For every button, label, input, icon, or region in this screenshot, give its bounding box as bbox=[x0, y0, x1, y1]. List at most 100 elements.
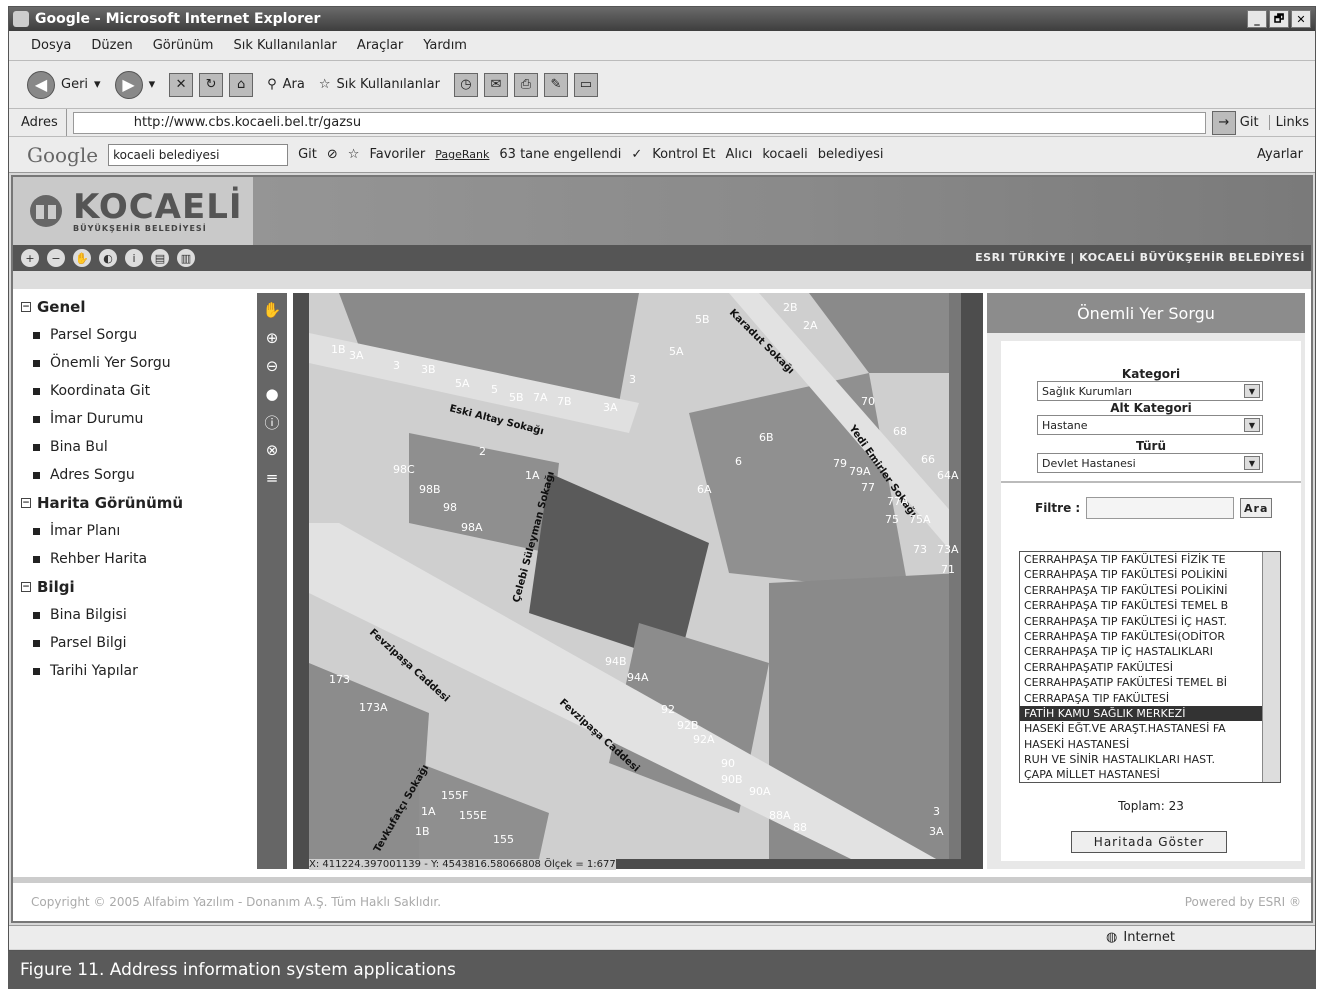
pagerank-menu[interactable]: PageRank bbox=[435, 148, 489, 161]
edit-icon[interactable]: ✎ bbox=[543, 72, 568, 97]
pan-hand-icon[interactable]: ✋ bbox=[262, 299, 282, 321]
google-search-input[interactable]: kocaeli belediyesi bbox=[108, 143, 289, 166]
turu-select[interactable]: Devlet Hastanesi ▼ bbox=[1037, 453, 1263, 473]
highlight-term-kocaeli[interactable]: kocaeli bbox=[762, 147, 807, 162]
maximize-button[interactable]: 🗗 bbox=[1269, 10, 1289, 28]
mail-icon[interactable]: ✉ bbox=[483, 72, 508, 97]
section-bilgi[interactable]: − Bilgi bbox=[17, 573, 257, 601]
home-icon[interactable]: ⌂ bbox=[229, 72, 254, 97]
result-item[interactable]: CERRAPAŞA TIP FAKÜLTESİ bbox=[1020, 691, 1280, 706]
search-button[interactable]: ⚲ Ara bbox=[267, 77, 305, 92]
result-item[interactable]: CERRAHPAŞA TIP FAKÜLTESİ TEMEL B bbox=[1020, 598, 1280, 613]
print-map-icon[interactable]: ▥ bbox=[177, 249, 195, 267]
parcel-number: 75 bbox=[885, 513, 899, 526]
result-item[interactable]: RUH VE SİNİR HASTALIKLARI HAST. bbox=[1020, 752, 1280, 767]
google-go-button[interactable]: Git bbox=[298, 147, 317, 162]
favoriler-menu[interactable]: Favoriler bbox=[369, 147, 425, 162]
layers-icon[interactable]: ≡ bbox=[262, 467, 282, 489]
favorites-button[interactable]: ☆ Sık Kullanılanlar bbox=[319, 77, 440, 92]
popup-blocked[interactable]: 63 tane engellendi bbox=[499, 147, 621, 162]
back-button[interactable]: ◀ Geri ▾ bbox=[27, 70, 101, 99]
result-item[interactable]: CERRAHPAŞA TIP İÇ HASTALIKLARI bbox=[1020, 644, 1280, 659]
ie-icon bbox=[13, 11, 29, 27]
result-item[interactable]: CERRAHPAŞA TIP FAKÜLTESİ İÇ HAST. bbox=[1020, 614, 1280, 629]
kategori-select[interactable]: Sağlık Kurumları ▼ bbox=[1037, 381, 1263, 401]
bullet-icon bbox=[33, 359, 40, 367]
zoom-in-icon[interactable]: ⊕ bbox=[262, 327, 282, 349]
nav-tarihi-yapilar[interactable]: Tarihi Yapılar bbox=[17, 657, 257, 685]
zoom-out-icon[interactable]: − bbox=[47, 249, 65, 267]
parcel-number: 73 bbox=[913, 543, 927, 556]
result-item[interactable]: CERRAHPAŞATIP FAKÜLTESİ bbox=[1020, 660, 1280, 675]
highlight-term-belediyesi[interactable]: belediyesi bbox=[818, 147, 884, 162]
go-button[interactable]: Git bbox=[1236, 115, 1269, 130]
parcel-number: 7A bbox=[533, 391, 548, 404]
nav-onemli-yer-sorgu[interactable]: Önemli Yer Sorgu bbox=[17, 349, 257, 377]
no-entry-icon[interactable]: ⊗ bbox=[262, 439, 282, 461]
menu-sik-kullanilanlar[interactable]: Sık Kullanılanlar bbox=[233, 38, 336, 53]
parcel-number: 75A bbox=[909, 513, 931, 526]
info-icon[interactable]: i bbox=[125, 249, 143, 267]
nav-bina-bul[interactable]: Bina Bul bbox=[17, 433, 257, 461]
section-genel[interactable]: − Genel bbox=[17, 293, 257, 321]
menu-duzen[interactable]: Düzen bbox=[91, 38, 132, 53]
forward-button[interactable]: ▶ ▾ bbox=[114, 70, 155, 99]
info-icon[interactable]: ⓘ bbox=[262, 411, 282, 433]
menu-yardim[interactable]: Yardım bbox=[423, 38, 467, 53]
result-item[interactable]: HASEKİ HASTANESİ bbox=[1020, 737, 1280, 752]
spellcheck-button[interactable]: Kontrol Et bbox=[652, 147, 715, 162]
close-button[interactable]: ✕ bbox=[1291, 10, 1311, 28]
history-icon[interactable]: ◷ bbox=[453, 72, 478, 97]
nav-rehber-harita[interactable]: Rehber Harita bbox=[17, 545, 257, 573]
results-list[interactable]: CERRAHPAŞA TIP FAKÜLTESİ FİZİK TE CERRAHP… bbox=[1019, 551, 1281, 783]
haritada-goster-button[interactable]: Haritada Göster bbox=[1071, 831, 1227, 853]
stop-icon[interactable]: ✕ bbox=[169, 72, 194, 97]
parcel-number: 6 bbox=[735, 455, 742, 468]
result-item[interactable]: HASEKİ EĞT.VE ARAŞT.HASTANESİ FA bbox=[1020, 721, 1280, 736]
result-item[interactable]: CERRAHPAŞA TIP FAKÜLTESİ FİZİK TE bbox=[1020, 552, 1280, 567]
menu-gorunum[interactable]: Görünüm bbox=[153, 38, 214, 53]
nav-imar-durumu[interactable]: İmar Durumu bbox=[17, 405, 257, 433]
measure-icon[interactable]: ▤ bbox=[151, 249, 169, 267]
alt-kategori-select[interactable]: Hastane ▼ bbox=[1037, 415, 1263, 435]
settings-menu[interactable]: Ayarlar bbox=[1257, 147, 1303, 162]
nav-adres-sorgu[interactable]: Adres Sorgu bbox=[17, 461, 257, 489]
refresh-icon[interactable]: ↻ bbox=[199, 72, 224, 97]
map-canvas[interactable]: Karadut Sokağı Eski Altay Sokağı Yedi Em… bbox=[309, 293, 961, 859]
chevron-down-icon: ▼ bbox=[1244, 456, 1260, 470]
address-label: Adres bbox=[9, 109, 67, 136]
zoom-in-icon[interactable]: + bbox=[21, 249, 39, 267]
pan-hand-icon[interactable]: ✋ bbox=[73, 249, 91, 267]
menu-dosya[interactable]: Dosya bbox=[31, 38, 71, 53]
list-scrollbar[interactable] bbox=[1262, 552, 1280, 782]
print-icon[interactable]: ⎙ bbox=[513, 72, 538, 97]
filter-input[interactable] bbox=[1086, 497, 1235, 519]
result-item[interactable]: CERRAHPAŞA TIP FAKÜLTESİ POLİKİNİ bbox=[1020, 567, 1280, 582]
section-harita-gorunumu[interactable]: − Harita Görünümü bbox=[17, 489, 257, 517]
zoom-out-icon[interactable]: ⊖ bbox=[262, 355, 282, 377]
result-item[interactable]: CERRAHPAŞATIP FAKÜLTESİ TEMEL Bİ bbox=[1020, 675, 1280, 690]
links-button[interactable]: Links bbox=[1268, 115, 1315, 130]
globe-icon[interactable]: ● bbox=[262, 383, 282, 405]
filter-row: Filtre : Ara bbox=[1001, 497, 1301, 519]
nav-parsel-bilgi[interactable]: Parsel Bilgi bbox=[17, 629, 257, 657]
send-button[interactable]: Alıcı bbox=[725, 147, 752, 162]
full-extent-icon[interactable]: ◐ bbox=[99, 249, 117, 267]
result-item[interactable]: CERRAHPAŞA TIP FAKÜLTESİ(ODİTOR bbox=[1020, 629, 1280, 644]
go-arrow-icon[interactable]: → bbox=[1211, 110, 1236, 135]
menu-araclar[interactable]: Araçlar bbox=[357, 38, 403, 53]
nav-parsel-sorgu[interactable]: Parsel Sorgu bbox=[17, 321, 257, 349]
result-item[interactable]: FATİH KAMU SAĞLIK MERKEZİ bbox=[1020, 705, 1280, 722]
nav-bina-bilgisi[interactable]: Bina Bilgisi bbox=[17, 601, 257, 629]
ara-button[interactable]: Ara bbox=[1240, 498, 1273, 518]
address-input[interactable]: http://www.cbs.kocaeli.bel.tr/gazsu bbox=[72, 111, 1206, 134]
result-item[interactable]: ÇAPA MİLLET HASTANESİ bbox=[1020, 767, 1280, 782]
map-view[interactable]: Karadut Sokağı Eski Altay Sokağı Yedi Em… bbox=[293, 293, 983, 870]
block-icon[interactable]: ⊘ bbox=[327, 147, 338, 162]
minimize-button[interactable]: _ bbox=[1247, 10, 1267, 28]
nav-koordinata-git[interactable]: Koordinata Git bbox=[17, 377, 257, 405]
result-item[interactable]: CERRAHPAŞA TIP FAKÜLTESİ POLİKİNİ bbox=[1020, 583, 1280, 598]
discuss-icon[interactable]: ▭ bbox=[573, 72, 598, 97]
parcel-number: 98 bbox=[443, 501, 457, 514]
nav-imar-plani[interactable]: İmar Planı bbox=[17, 517, 257, 545]
